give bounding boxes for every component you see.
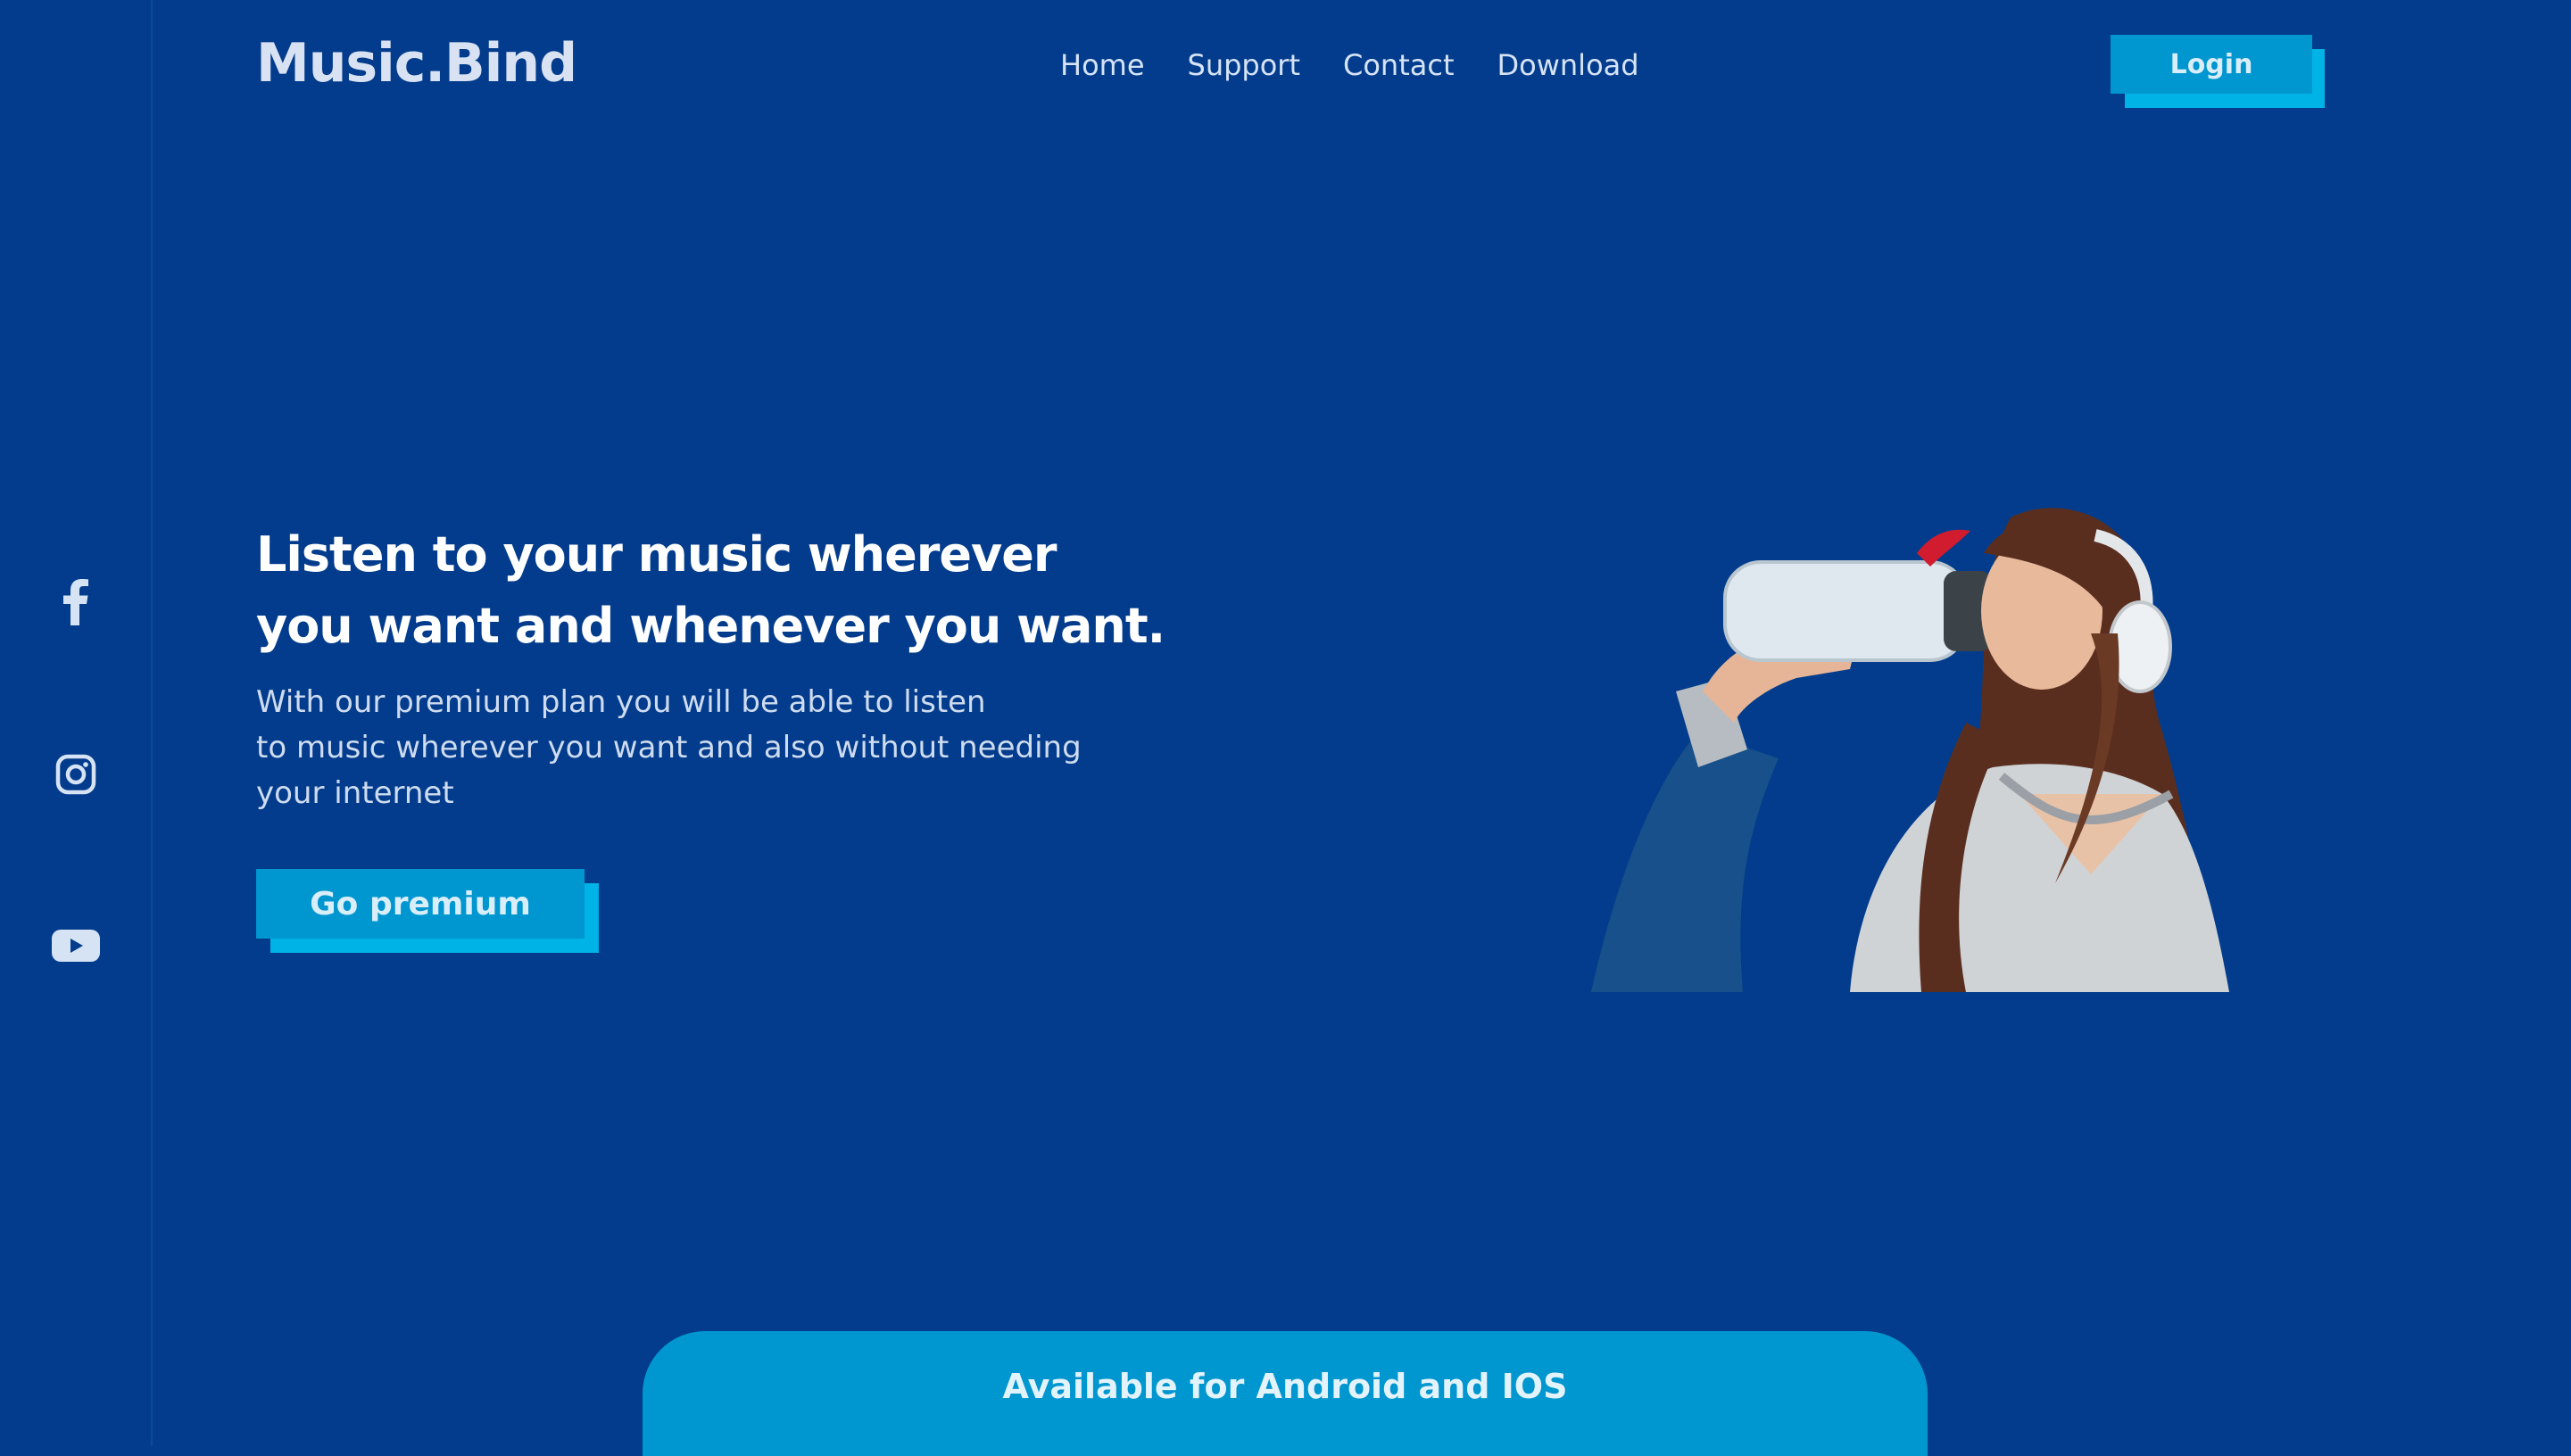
hero-title-line: Listen to your music wherever: [256, 526, 1057, 583]
availability-banner: Available for Android and IOS: [643, 1331, 1928, 1456]
hero-woman-image: [1591, 508, 2229, 992]
hero-description-line: With our premium plan you will be able t…: [256, 684, 986, 720]
social-sidebar: [0, 0, 153, 1446]
facebook-icon[interactable]: [49, 575, 103, 629]
nav-home[interactable]: Home: [1060, 48, 1145, 82]
brand-logo[interactable]: Music.Bind: [256, 32, 577, 95]
nav-download[interactable]: Download: [1497, 48, 1639, 82]
hero-title-line: you want and whenever you want.: [256, 598, 1165, 654]
instagram-icon[interactable]: [49, 748, 103, 801]
hero-description: With our premium plan you will be able t…: [256, 680, 1113, 816]
hero-title: Listen to your music wherever you want a…: [256, 519, 1193, 662]
go-premium-button[interactable]: Go premium: [256, 869, 585, 939]
main-nav: Home Support Contact Download: [1060, 48, 1639, 82]
premium-button-group: Go premium: [256, 869, 599, 953]
nav-contact[interactable]: Contact: [1343, 48, 1455, 82]
login-button[interactable]: Login: [2111, 35, 2312, 94]
hero-description-line: to music wherever you want and also with…: [256, 730, 1082, 765]
youtube-icon[interactable]: [49, 919, 103, 972]
availability-text: Available for Android and IOS: [1002, 1367, 1568, 1406]
nav-support[interactable]: Support: [1188, 48, 1301, 82]
hero-description-line: your internet: [256, 775, 454, 811]
login-button-group: Login: [2111, 35, 2325, 108]
